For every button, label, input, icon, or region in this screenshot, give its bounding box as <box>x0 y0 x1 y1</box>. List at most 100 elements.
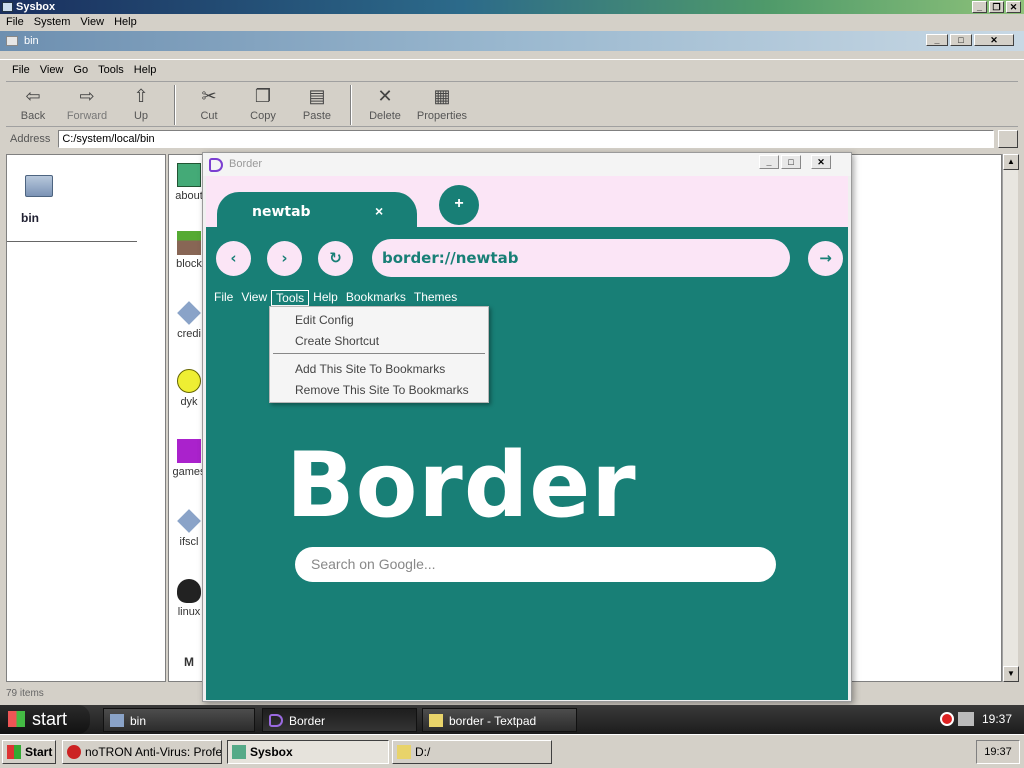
menu-item-create-shortcut[interactable]: Create Shortcut <box>295 334 379 348</box>
file-label: ifscl <box>179 536 199 548</box>
clock: 19:37 <box>976 740 1020 764</box>
close-button[interactable]: ✕ <box>974 34 1014 46</box>
tab-close-icon[interactable]: × <box>375 203 383 219</box>
delete-x-icon: ✕ <box>377 86 393 106</box>
task-sysbox[interactable]: Sysbox <box>227 740 389 764</box>
games-icon <box>177 439 201 463</box>
task-bin[interactable]: bin <box>103 708 255 732</box>
menu-file[interactable]: File <box>210 290 237 306</box>
minimize-button[interactable]: _ <box>972 1 987 13</box>
menu-item-remove-bookmark[interactable]: Remove This Site To Bookmarks <box>295 383 469 397</box>
copy-button[interactable]: ❐ Copy <box>236 85 290 122</box>
properties-button[interactable]: ▦ Properties <box>412 85 472 122</box>
address-input[interactable]: C:/system/local/bin <box>58 130 994 148</box>
file-manager-toolbar: ⇦ Back ⇨ Forward ⇧ Up ✂ Cut ❐ Copy ▤ Pas… <box>6 81 1018 127</box>
system-tray <box>940 712 974 726</box>
address-bar: Address C:/system/local/bin <box>6 129 1018 149</box>
up-button[interactable]: ⇧ Up <box>114 85 168 122</box>
forward-button[interactable]: › <box>267 241 302 276</box>
folder-icon[interactable] <box>25 175 53 197</box>
menu-file[interactable]: File <box>12 60 30 79</box>
menu-bookmarks[interactable]: Bookmarks <box>342 290 410 306</box>
back-label: Back <box>20 110 46 122</box>
close-button[interactable]: ✕ <box>1006 1 1021 13</box>
task-label: Sysbox <box>250 745 293 759</box>
menu-system[interactable]: System <box>34 14 71 31</box>
menu-help[interactable]: Help <box>309 290 342 306</box>
folder-label[interactable]: bin <box>21 211 39 225</box>
address-label: Address <box>10 133 51 145</box>
file-label: credi <box>177 328 201 340</box>
menu-help[interactable]: Help <box>114 14 137 31</box>
file-label: dyk <box>180 396 198 408</box>
address-go-button[interactable] <box>998 130 1018 148</box>
start-button[interactable]: start <box>0 705 90 734</box>
menu-view[interactable]: View <box>40 60 64 79</box>
browser-title: Border <box>229 158 263 170</box>
browser-menubar: File View Tools Help Bookmarks Themes <box>210 290 461 306</box>
delete-button[interactable]: ✕ Delete <box>358 85 412 122</box>
menu-item-add-bookmark[interactable]: Add This Site To Bookmarks <box>295 362 445 376</box>
vertical-scrollbar[interactable]: ▲ ▼ <box>1002 154 1019 682</box>
task-border[interactable]: Border <box>262 708 417 732</box>
maximize-button[interactable]: □ <box>950 34 972 46</box>
menu-item-edit-config[interactable]: Edit Config <box>295 313 354 327</box>
scroll-down-icon[interactable]: ▼ <box>1003 666 1019 682</box>
minimize-button[interactable]: _ <box>759 155 779 169</box>
linux-penguin-icon <box>177 579 201 603</box>
file-manager-menubar: File View Go Tools Help <box>0 59 1024 79</box>
menu-file[interactable]: File <box>6 14 24 31</box>
copy-label: Copy <box>250 110 276 122</box>
network-icon[interactable] <box>958 712 974 726</box>
menu-go[interactable]: Go <box>73 60 88 79</box>
back-button[interactable]: ‹ <box>216 241 251 276</box>
chevron-left-icon: ‹ <box>230 249 237 267</box>
file-label: M <box>184 655 194 669</box>
task-drive-d[interactable]: D:/ <box>392 740 552 764</box>
copy-icon: ❐ <box>254 86 272 106</box>
stop-icon[interactable] <box>940 712 954 726</box>
forward-label: Forward <box>66 110 108 122</box>
sysbox-title: Sysbox <box>16 1 56 13</box>
up-label: Up <box>133 110 149 122</box>
up-folder-icon: ⇧ <box>133 86 149 106</box>
classic-start-button[interactable]: Start <box>2 740 56 764</box>
go-button[interactable]: → <box>808 241 843 276</box>
browser-titlebar: Border _ □ ✕ <box>203 153 851 176</box>
url-input[interactable]: border://newtab <box>372 239 790 277</box>
maximize-button[interactable]: □ <box>781 155 801 169</box>
sysbox-titlebar: Sysbox <box>0 0 1024 14</box>
menu-themes[interactable]: Themes <box>410 290 461 306</box>
paste-icon: ▤ <box>308 86 326 106</box>
cut-button[interactable]: ✂ Cut <box>182 85 236 122</box>
folder-tree-panel: bin <box>6 154 166 682</box>
paste-button[interactable]: ▤ Paste <box>290 85 344 122</box>
task-antivirus[interactable]: noTRON Anti-Virus: Profes... <box>62 740 222 764</box>
menu-view[interactable]: View <box>80 14 104 31</box>
menu-help[interactable]: Help <box>134 60 157 79</box>
folder-icon <box>397 745 411 759</box>
menu-tools[interactable]: Tools <box>271 290 310 306</box>
close-button[interactable]: ✕ <box>811 155 831 169</box>
sysbox-app-icon <box>2 2 13 12</box>
menu-tools[interactable]: Tools <box>98 60 124 79</box>
reload-button[interactable]: ↻ <box>318 241 353 276</box>
chevron-right-icon: › <box>281 249 288 267</box>
border-logo-icon <box>269 714 283 727</box>
minimize-button[interactable]: _ <box>926 34 948 46</box>
toolbar-separator <box>174 85 176 125</box>
restore-button[interactable]: ❐ <box>989 1 1004 13</box>
task-label: bin <box>130 714 147 728</box>
back-button[interactable]: ⇦ Back <box>6 85 60 122</box>
google-search-input[interactable]: Search on Google... <box>295 547 776 582</box>
file-label: games <box>172 466 206 478</box>
task-textpad[interactable]: border - Textpad <box>422 708 577 732</box>
folder-icon <box>6 36 18 46</box>
about-icon <box>177 163 201 187</box>
menu-view[interactable]: View <box>237 290 271 306</box>
new-tab-button[interactable]: + <box>439 185 479 225</box>
forward-button[interactable]: ⇨ Forward <box>60 85 114 122</box>
antivirus-icon <box>67 745 81 759</box>
scroll-up-icon[interactable]: ▲ <box>1003 154 1019 170</box>
task-label: D:/ <box>415 745 431 759</box>
